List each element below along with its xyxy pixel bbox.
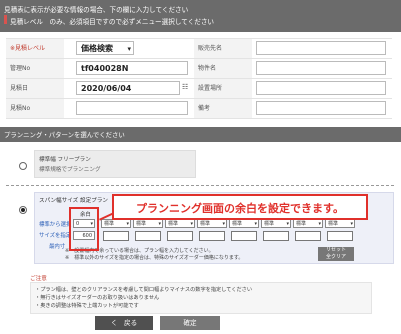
chevron-down-icon: ▾ [190,221,193,227]
standard-select[interactable]: 標準 ▾ [133,219,163,228]
free-plan-title: 標準幅 フリープラン [39,157,91,163]
divider [6,185,394,186]
estimate-form: ※見積レベル 価格検索 ▾ 販売先名 管理No tf040028N 物件名 見積日… [6,38,392,119]
calendar-icon[interactable]: ☷ [182,83,188,91]
caution-line-1: ・プラン幅は、壁とのクリアランスを考慮して間口幅よりマイナスの数字を指定してくだ… [35,287,253,293]
size-input[interactable] [103,231,129,241]
level-select[interactable]: 価格検索 ▾ [76,41,134,55]
panel-note-2: ※ 標準以外のサイズを指定の場合は、特殊のサイズオーダー価格になります。 [65,255,244,261]
planning-section-title: プランニング・パターンを選んでください [4,131,125,139]
standard-select[interactable]: 標準 ▾ [261,219,291,228]
size-input[interactable] [199,231,225,241]
form-row-mitsumori: 見積No 備考 [6,98,392,119]
size-input[interactable] [135,231,161,241]
confirm-button[interactable]: 確定 [160,316,220,330]
margin-highlight-box [69,207,99,251]
notice-line-2: 見積レベル のみ、必須項目ですので必ずメニュー選択してください [10,18,215,26]
date-input[interactable]: 2020/06/04 [76,81,180,95]
standard-select[interactable]: 標準 ▾ [165,219,195,228]
caution-box: ・プラン幅は、壁とのクリアランスを考慮して間口幅よりマイナスの数字を指定してくだ… [30,282,372,314]
standard-select[interactable]: 標準 ▾ [325,219,355,228]
kanri-label: 管理No [6,59,64,78]
chevron-down-icon: ▾ [318,221,321,227]
planning-section-header: プランニング・パターンを選んでください [0,127,401,142]
size-input[interactable] [295,231,321,241]
row1-label: 標準から選択 [39,222,72,228]
setchi-label: 設置場所 [194,79,252,98]
free-plan-sub: 標準規格でプランニング [39,167,101,173]
notice-line-1: 見積表に表示が必要な情報の場合、下の欄に入力してください [4,6,189,14]
caution-line-2: ・無行きはサイズオーダーのお取り扱いはありません [35,295,160,301]
date-label: 見積日 [6,79,64,98]
reset-button[interactable]: リセット 全クリア [318,247,354,261]
callout-box: プランニング画面の余白を設定できます。 [112,194,368,220]
standard-select[interactable]: 標準 ▾ [101,219,131,228]
form-row-level: ※見積レベル 価格検索 ▾ 販売先名 [6,38,392,58]
form-row-date: 見積日 2020/06/04 ☷ 設置場所 [6,78,392,98]
notice-header: 見積表に表示が必要な情報の場合、下の欄に入力してください 見積レベル のみ、必須… [0,0,401,32]
hanbai-input[interactable] [256,41,386,55]
mitsumori-input[interactable] [76,101,188,115]
size-input[interactable] [263,231,289,241]
chevron-down-icon: ▾ [127,45,131,53]
kanri-input[interactable]: tf040028N [76,61,188,75]
size-input[interactable] [231,231,257,241]
hanbai-label: 販売先名 [194,39,252,58]
standard-select[interactable]: 標準 ▾ [197,219,227,228]
setchi-input[interactable] [256,81,386,95]
chevron-down-icon: ▾ [126,221,129,227]
level-label: ※見積レベル [6,39,64,58]
span-plan-title: スパン幅サイズ 設定プラン [39,198,109,204]
caution-line-3: ・奥きの調整は特殊で上端カットが可能です [35,303,139,309]
row2-label: サイズを指定 [39,233,72,239]
standard-select[interactable]: 標準 ▾ [293,219,323,228]
notice-marker [4,15,7,24]
callout-text: プランニング画面の余白を設定できます。 [136,202,344,215]
free-plan-option[interactable]: 標準幅 フリープラン 標準規格でプランニング [34,150,196,178]
chevron-down-icon: ▾ [158,221,161,227]
bukken-label: 物件名 [194,59,252,78]
bikou-input[interactable] [256,101,386,115]
free-plan-radio[interactable] [19,162,27,170]
chevron-down-icon: ▾ [350,221,353,227]
size-input[interactable] [167,231,193,241]
row3-label: 最内寸 [49,244,66,250]
bukken-input[interactable] [256,61,386,75]
mitsumori-label: 見積No [6,99,64,118]
chevron-down-icon: ▾ [254,221,257,227]
span-plan-radio[interactable] [19,206,27,214]
size-input[interactable] [327,231,353,241]
bikou-label: 備考 [194,99,252,118]
caution-title: ご注意 [30,276,47,282]
standard-select[interactable]: 標準 ▾ [229,219,259,228]
chevron-down-icon: ▾ [286,221,289,227]
form-row-kanri: 管理No tf040028N 物件名 [6,58,392,78]
back-button[interactable]: く 戻る [95,316,153,330]
chevron-down-icon: ▾ [222,221,225,227]
